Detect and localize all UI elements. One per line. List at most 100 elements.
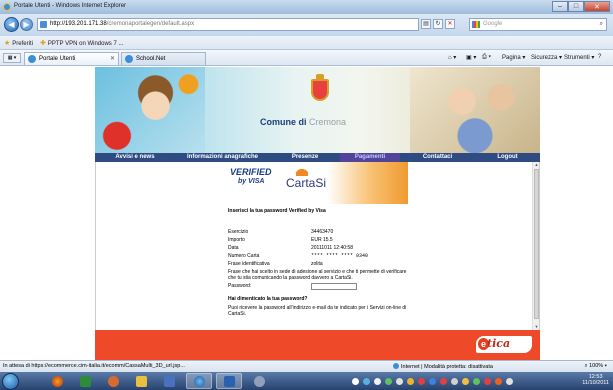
window-title-bar[interactable]: Portale Utenti - Windows Internet Explor… [0, 0, 613, 14]
folder-icon [135, 375, 147, 387]
security-zone[interactable]: Internet | Modalità protetta: disattivat… [393, 363, 493, 370]
maximize-button[interactable]: □ [568, 1, 584, 12]
taskbar-excel[interactable] [72, 373, 98, 389]
command-tools[interactable]: Strumenti ▾ [564, 54, 594, 61]
word-icon [223, 375, 235, 387]
detail-label: Numero Carta [228, 253, 260, 259]
favorites-button[interactable]: ★ Preferiti [4, 39, 33, 47]
clock-date: 11/10/2011 [582, 380, 609, 386]
search-placeholder: Google [483, 21, 503, 27]
taskbar-word[interactable] [216, 373, 242, 389]
command-page[interactable]: Pagina ▾ [502, 54, 525, 61]
frame-scrollbar[interactable]: ▲ ▼ [532, 162, 539, 330]
zone-label: Internet | Modalità protetta: disattivat… [401, 364, 493, 370]
url-host: http://193.201.171.38 [50, 21, 107, 27]
url-path: /cremonaportalegen/default.aspx [106, 21, 195, 27]
firefox-icon [51, 375, 63, 387]
etica-logo: e tica [476, 336, 532, 353]
tray-icon[interactable] [440, 377, 447, 385]
password-row: Password: [228, 282, 418, 291]
taskbar-internet-explorer[interactable] [186, 373, 212, 389]
menu-presenze[interactable]: Presenze [270, 153, 340, 162]
address-toolbar: ◀ ▶ http://193.201.171.38/cremonaportale… [0, 14, 613, 36]
taskbar-clock[interactable]: 12:53 11/10/2011 [582, 374, 609, 386]
tray-icon[interactable] [462, 377, 469, 385]
page-viewport: Comune di Cremona Avvisi e news Informaz… [0, 67, 613, 360]
forward-button[interactable]: ▶ [20, 18, 33, 31]
banner-title-city: Cremona [309, 117, 347, 127]
tray-icon[interactable] [495, 377, 502, 385]
tray-icon[interactable] [385, 377, 392, 385]
menu-avvisi[interactable]: Avvisi e news [95, 153, 175, 162]
search-icon[interactable]: ⌕ [600, 19, 603, 30]
tray-icon[interactable] [484, 377, 491, 385]
tray-icon[interactable] [363, 377, 370, 385]
refresh-icon[interactable]: ↻ [433, 19, 443, 29]
tab-close-icon[interactable]: ✕ [110, 53, 115, 65]
minimize-button[interactable]: – [552, 1, 568, 12]
tray-icon[interactable] [473, 377, 480, 385]
star-icon: ★ [4, 40, 11, 47]
search-input[interactable]: Google ⌕ [469, 18, 607, 31]
start-button[interactable] [2, 373, 19, 390]
password-prompt-title: Inserisci la tua password Verified by Vi… [228, 208, 326, 214]
tab-favicon-icon [28, 55, 36, 63]
taskbar-app-5[interactable] [156, 373, 182, 389]
speaker-icon[interactable] [506, 377, 513, 385]
command-security[interactable]: Sicurezza ▾ [531, 54, 562, 61]
close-button[interactable]: ✕ [584, 1, 610, 12]
tab-school-net[interactable]: School.Net [121, 52, 206, 65]
back-button[interactable]: ◀ [4, 17, 19, 32]
menu-contattaci[interactable]: Contattaci [400, 153, 475, 162]
verified-by-visa-logo: VERIFIED by VISA [230, 168, 272, 186]
menu-pagamenti[interactable]: Pagamenti [340, 153, 400, 162]
address-tools: ▤ ↻ ✕ [421, 19, 455, 29]
zoom-control[interactable]: ⌕ 100% ▾ [584, 363, 607, 370]
cartasi-icon [296, 166, 308, 176]
detail-value: 34463470 [311, 229, 334, 235]
stop-icon[interactable]: ✕ [445, 19, 455, 29]
tab-label: Portale Utenti [39, 56, 76, 62]
scroll-thumb[interactable] [534, 169, 539, 319]
password-input[interactable] [311, 283, 357, 290]
app-icon [107, 375, 119, 387]
tray-icon[interactable] [396, 377, 403, 385]
excel-icon [79, 375, 91, 387]
detail-label: Esercizio [228, 229, 249, 235]
help-icon[interactable]: ? [598, 54, 601, 60]
address-input[interactable]: http://193.201.171.38/cremonaportalegen/… [37, 18, 419, 31]
site-footer: e tica [95, 330, 540, 360]
tray-icon[interactable] [407, 377, 414, 385]
tray-icon[interactable] [374, 377, 381, 385]
app-icon [253, 375, 265, 387]
command-home[interactable]: ⌂ ▾ [448, 54, 456, 61]
etica-brand: tica [487, 337, 511, 350]
taskbar-app-8[interactable] [246, 373, 272, 389]
site-banner: Comune di Cremona [95, 67, 540, 153]
menu-informazioni[interactable]: Informazioni anagrafiche [175, 153, 270, 162]
quick-tabs-button[interactable]: ▦ ▾ [3, 53, 21, 63]
taskbar-explorer[interactable] [128, 373, 154, 389]
command-feeds[interactable]: ▣ ▾ [466, 54, 476, 61]
tab-label: School.Net [136, 56, 166, 62]
taskbar-firefox[interactable] [44, 373, 70, 389]
tray-icon[interactable] [352, 377, 359, 385]
tab-portale-utenti[interactable]: Portale Utenti ✕ [24, 52, 119, 65]
tray-icon[interactable] [418, 377, 425, 385]
tray-icon[interactable] [451, 377, 458, 385]
detail-label: Data [228, 245, 239, 251]
forgot-password-text: Puoi ricevere la password all'indirizzo … [228, 305, 407, 317]
payment-frame: VERIFIED by VISA CartaSi Inserisci la tu… [95, 162, 540, 330]
window-title: Portale Utenti - Windows Internet Explor… [14, 3, 127, 9]
status-text: In attesa di https://ecommerce.cim-itali… [3, 363, 185, 369]
detail-row: Numero Carta **** **** **** 9340 [228, 252, 418, 260]
compatibility-view-icon[interactable]: ▤ [421, 19, 431, 29]
menu-logout[interactable]: Logout [475, 153, 540, 162]
taskbar-app-3[interactable] [100, 373, 126, 389]
command-print[interactable]: ⎙ ▾ [482, 54, 491, 61]
scroll-up-icon[interactable]: ▲ [533, 162, 540, 168]
detail-row: Esercizio 34463470 [228, 228, 418, 236]
favorites-label: Preferiti [12, 41, 33, 47]
tray-icon[interactable] [429, 377, 436, 385]
favorite-link[interactable]: ✚ PPTP VPN on Windows 7 ... [40, 39, 123, 47]
